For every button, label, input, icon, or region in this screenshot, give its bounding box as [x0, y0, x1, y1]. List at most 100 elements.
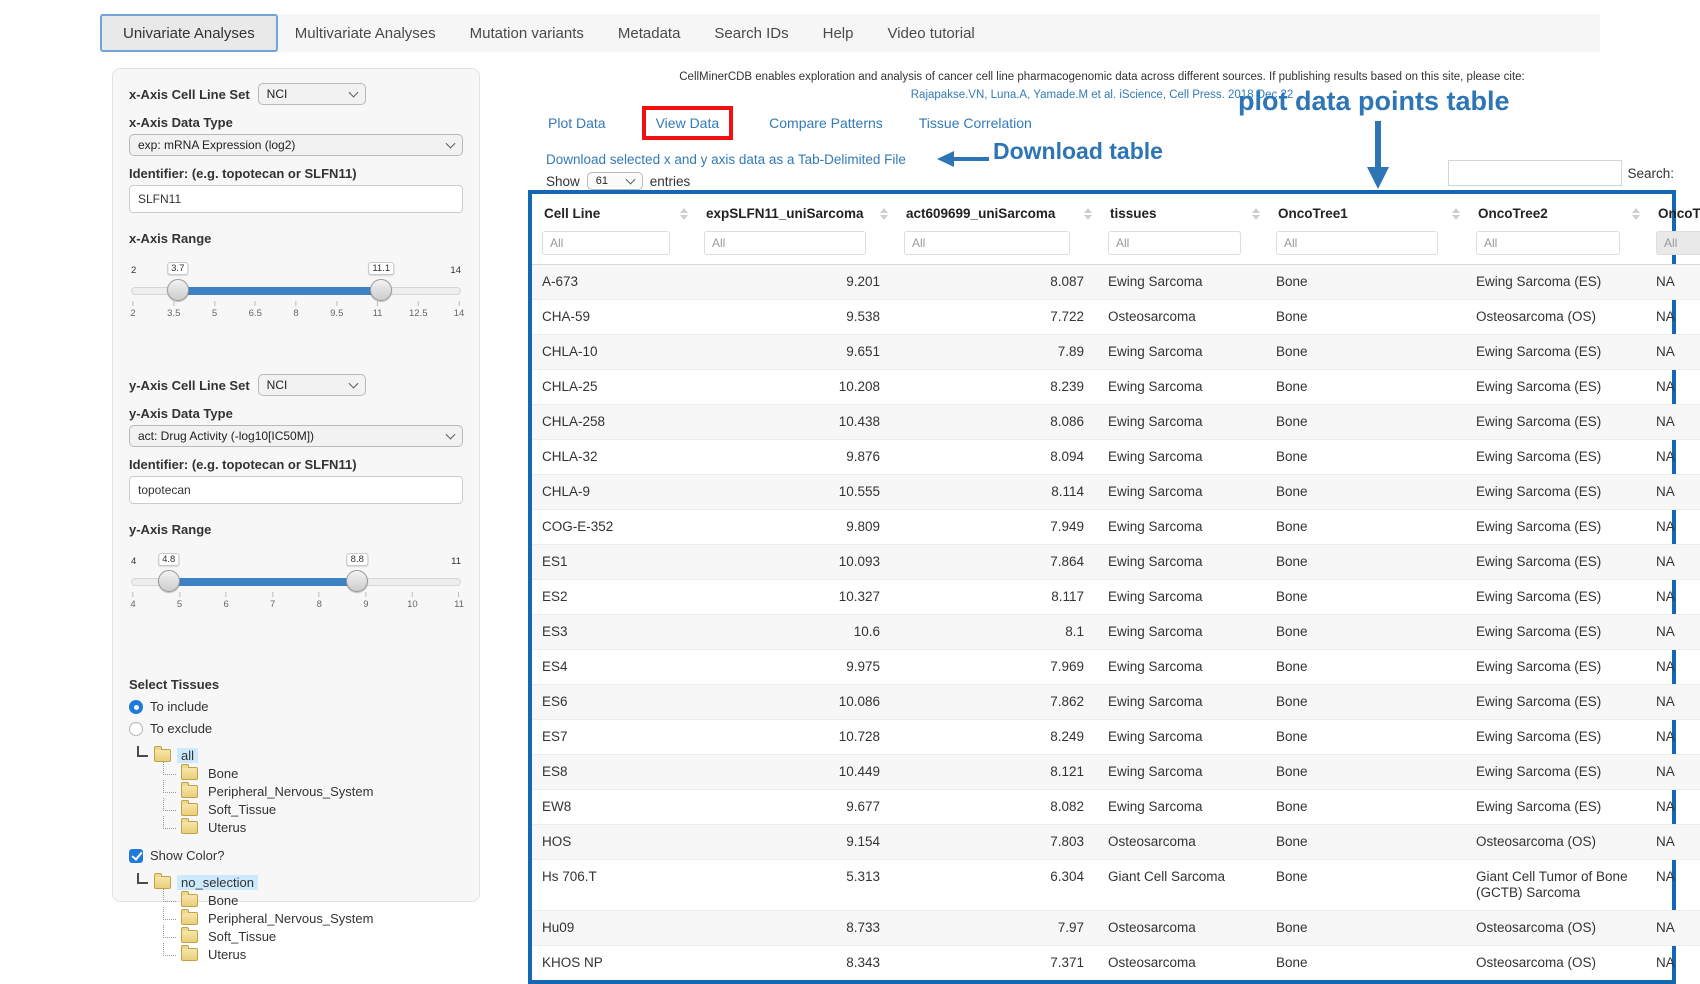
cell-oncotree3: NA	[1646, 545, 1700, 580]
cell-oncotree2: Ewing Sarcoma (ES)	[1466, 580, 1646, 615]
tab-metadata[interactable]: Metadata	[601, 14, 698, 52]
column-header-oncotree3[interactable]: OncoTree3	[1646, 194, 1700, 229]
cell-expslfn11-unisarcoma: 10.555	[694, 475, 894, 510]
sort-asc-icon	[680, 208, 688, 213]
filter-cell-expslfn11-unisarcoma	[694, 229, 894, 265]
tree-node-label[interactable]: Bone	[204, 766, 242, 781]
x-identifier-input[interactable]	[129, 185, 463, 213]
exclude-radio[interactable]	[129, 722, 143, 736]
tree-node-label[interactable]: Uterus	[204, 947, 250, 962]
x-data-type-select[interactable]: exp: mRNA Expression (log2)	[129, 134, 463, 156]
sort-icon	[880, 208, 888, 220]
slider-handle-low[interactable]	[158, 570, 180, 592]
subnav-view-data[interactable]: View Data	[656, 115, 720, 131]
cell-oncotree3: NA	[1646, 860, 1700, 911]
cell-cell-line: HOS	[532, 825, 694, 860]
filter-input-act609699-unisarcoma[interactable]	[904, 231, 1070, 255]
x-data-type-select-wrap: exp: mRNA Expression (log2)	[129, 134, 463, 156]
column-header-oncotree2[interactable]: OncoTree2	[1466, 194, 1646, 229]
cell-act609699-unisarcoma: 7.864	[894, 545, 1098, 580]
cell-oncotree2: Osteosarcoma (OS)	[1466, 825, 1646, 860]
cell-oncotree3: NA	[1646, 720, 1700, 755]
y-cell-line-set-select[interactable]: NCI	[258, 374, 366, 396]
subnav-plot-data[interactable]: Plot Data	[548, 115, 606, 131]
tab-search-ids[interactable]: Search IDs	[697, 14, 805, 52]
folder-icon	[181, 894, 198, 907]
cell-oncotree1: Bone	[1266, 545, 1466, 580]
cell-oncotree1: Bone	[1266, 911, 1466, 946]
tree-node-label[interactable]: Soft_Tissue	[204, 929, 280, 944]
slider-handle-high[interactable]	[370, 279, 392, 301]
subnav-compare-patterns[interactable]: Compare Patterns	[769, 115, 883, 131]
y-identifier-input[interactable]	[129, 476, 463, 504]
x-cell-line-set-select[interactable]: NCI	[258, 83, 366, 105]
cell-expslfn11-unisarcoma: 9.201	[694, 265, 894, 300]
cell-cell-line: CHA-59	[532, 300, 694, 335]
cell-oncotree3: NA	[1646, 755, 1700, 790]
filter-input-expslfn11-unisarcoma[interactable]	[704, 231, 866, 255]
include-radio[interactable]	[129, 700, 143, 714]
cell-cell-line: ES1	[532, 545, 694, 580]
download-tab-delimited-link[interactable]: Download selected x and y axis data as a…	[546, 152, 906, 167]
show-color-checkbox[interactable]	[129, 849, 143, 863]
slider-handle-low[interactable]	[167, 279, 189, 301]
tree-expander-icon[interactable]	[137, 746, 148, 757]
table-row: Hs 706.T5.3136.304Giant Cell SarcomaBone…	[532, 860, 1700, 911]
cell-oncotree3: NA	[1646, 615, 1700, 650]
tab-multivariate-analyses[interactable]: Multivariate Analyses	[278, 14, 453, 52]
y-identifier-label: Identifier: (e.g. topotecan or SLFN11)	[129, 457, 463, 472]
filter-input-oncotree1[interactable]	[1276, 231, 1438, 255]
folder-icon	[154, 876, 171, 889]
cell-oncotree2: Giant Cell Tumor of Bone (GCTB) Sarcoma	[1466, 860, 1646, 911]
cell-act609699-unisarcoma: 7.803	[894, 825, 1098, 860]
column-header-act609699-unisarcoma[interactable]: act609699_uniSarcoma	[894, 194, 1098, 229]
tab-univariate-analyses[interactable]: Univariate Analyses	[100, 14, 278, 52]
entries-select[interactable]: 61	[587, 172, 643, 190]
tree-node-label[interactable]: Bone	[204, 893, 242, 908]
filter-input-oncotree3[interactable]	[1656, 231, 1700, 255]
cell-cell-line: ES4	[532, 650, 694, 685]
column-header-cell-line[interactable]: Cell Line	[532, 194, 694, 229]
search-input[interactable]	[1448, 160, 1622, 186]
download-link-row: Download selected x and y axis data as a…	[546, 152, 906, 167]
tree-node-no-selection: no_selection	[137, 873, 463, 891]
citation-link[interactable]: Rajapakse.VN, Luna.A, Yamade.M et al. iS…	[911, 89, 1293, 101]
cell-expslfn11-unisarcoma: 9.975	[694, 650, 894, 685]
sort-icon	[1252, 208, 1260, 220]
x-range-slider: 3.711.121423.556.589.51112.514	[131, 270, 461, 328]
y-data-type-label: y-Axis Data Type	[129, 406, 463, 421]
tree-node-label[interactable]: all	[177, 748, 198, 763]
tree-connector	[163, 943, 176, 956]
cell-act609699-unisarcoma: 7.89	[894, 335, 1098, 370]
tree-node-label[interactable]: Soft_Tissue	[204, 802, 280, 817]
cell-oncotree3: NA	[1646, 300, 1700, 335]
cell-oncotree3: NA	[1646, 475, 1700, 510]
tree-node-label[interactable]: no_selection	[177, 875, 258, 890]
tree-node-label[interactable]: Uterus	[204, 820, 250, 835]
tree-node-label[interactable]: Peripheral_Nervous_System	[204, 784, 377, 799]
cell-oncotree1: Bone	[1266, 946, 1466, 981]
x-data-type-label: x-Axis Data Type	[129, 115, 463, 130]
cell-act609699-unisarcoma: 8.082	[894, 790, 1098, 825]
folder-icon	[181, 930, 198, 943]
tree-node-label[interactable]: Peripheral_Nervous_System	[204, 911, 377, 926]
tab-help[interactable]: Help	[806, 14, 871, 52]
slider-handle-high[interactable]	[346, 570, 368, 592]
table-row: ES110.0937.864Ewing SarcomaBoneEwing Sar…	[532, 545, 1700, 580]
y-data-type-select[interactable]: act: Drug Activity (-log10[IC50M])	[129, 425, 463, 447]
column-header-expslfn11-unisarcoma[interactable]: expSLFN11_uniSarcoma	[694, 194, 894, 229]
subnav-tissue-correlation[interactable]: Tissue Correlation	[919, 115, 1032, 131]
filter-input-cell-line[interactable]	[542, 231, 670, 255]
cell-oncotree2: Ewing Sarcoma (ES)	[1466, 335, 1646, 370]
tab-mutation-variants[interactable]: Mutation variants	[453, 14, 601, 52]
tab-video-tutorial[interactable]: Video tutorial	[870, 14, 991, 52]
cell-cell-line: A-673	[532, 265, 694, 300]
filter-input-tissues[interactable]	[1108, 231, 1241, 255]
slider-min-label: 2	[131, 265, 136, 276]
tree-expander-icon[interactable]	[137, 873, 148, 884]
slider-fill	[169, 578, 358, 586]
filter-input-oncotree2[interactable]	[1476, 231, 1620, 255]
column-header-oncotree1[interactable]: OncoTree1	[1266, 194, 1466, 229]
cell-oncotree2: Ewing Sarcoma (ES)	[1466, 265, 1646, 300]
column-header-tissues[interactable]: tissues	[1098, 194, 1266, 229]
